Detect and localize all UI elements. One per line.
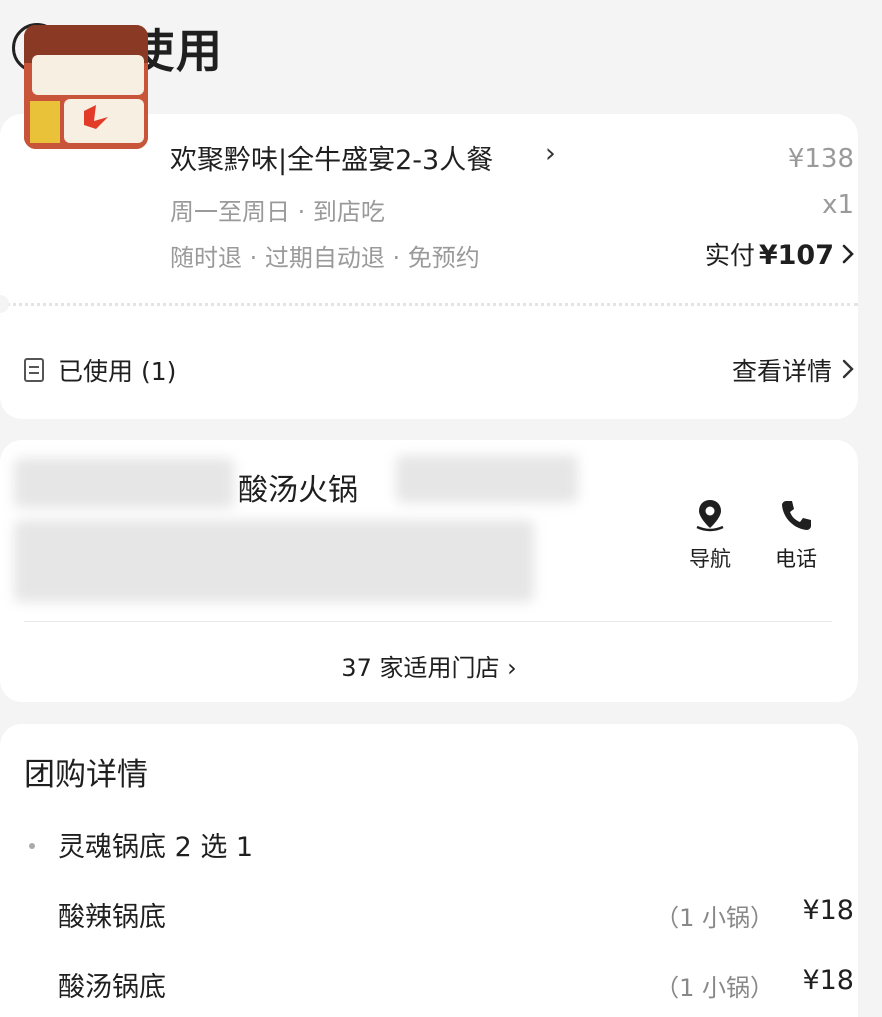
phone-label: 电话 [775,547,817,571]
redacted-store-address [14,520,534,602]
divider [24,621,832,622]
navigate-label: 导航 [689,547,731,571]
redacted-store-prefix [14,458,234,508]
quantity: x1 [822,190,854,220]
used-count-label: 已使用 (1) [58,357,177,386]
paid-amount-link[interactable]: 实付 ¥107 [705,236,854,272]
ticket-perforation [0,303,858,306]
group-detail-heading: 团购详情 [24,757,148,793]
chevron-right-icon[interactable]: › [545,138,556,169]
ticket-notch-right [873,295,882,313]
deal-thumbnail[interactable] [24,25,148,149]
paid-label: 实付 [704,241,755,270]
item-unit: （1 小锅） [655,904,774,932]
chevron-right-icon [842,242,854,270]
deal-schedule: 周一至周日 · 到店吃 [170,198,385,226]
redacted-store-suffix [396,455,578,503]
paid-amount: ¥107 [758,240,834,271]
phone-button[interactable]: 电话 [766,497,826,573]
deal-policy: 随时退 · 过期自动退 · 免预约 [170,244,480,272]
item-unit: （1 小锅） [655,974,774,1002]
store-name[interactable]: 酸汤火锅 [238,465,358,509]
item-price: ¥18 [802,965,854,996]
bullet-icon [29,843,35,849]
applicable-stores-link[interactable]: 37 家适用门店 › [0,648,858,683]
phone-icon [782,501,811,530]
view-details-label: 查看详情 [731,357,832,386]
original-price: ¥138 [787,144,854,174]
chevron-right-icon [842,356,854,385]
item-price: ¥18 [802,895,854,926]
item-name: 酸辣锅底 [58,902,166,933]
item-name: 酸汤锅底 [58,972,166,1003]
view-details-link[interactable]: 查看详情 [732,352,854,388]
navigate-button[interactable]: 导航 [680,497,740,573]
used-status: 已使用 (1) [24,352,176,388]
document-icon [24,358,44,382]
page: 已使用 欢聚黔味|全牛盛宴2-3人餐 › 周一至周日 · 到店吃 随时退 · 过… [0,0,882,1017]
navigation-pin-icon [696,500,724,532]
deal-title[interactable]: 欢聚黔味|全牛盛宴2-3人餐 [170,138,493,177]
section-label: 灵魂锅底 2 选 1 [58,832,254,863]
